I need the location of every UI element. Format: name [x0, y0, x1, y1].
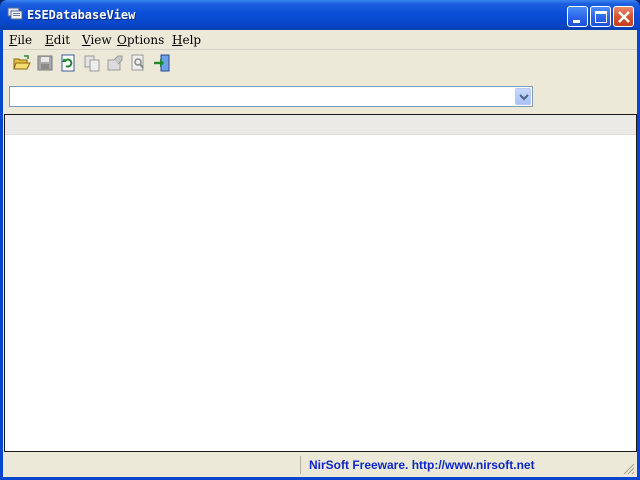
save-icon[interactable] — [36, 54, 54, 72]
app-icon — [7, 7, 23, 21]
close-button[interactable] — [613, 6, 634, 27]
minimize-icon — [573, 20, 580, 23]
toolbar — [3, 51, 637, 75]
title-bar[interactable]: ESEDatabaseView — [0, 0, 640, 30]
status-pane — [5, 456, 301, 474]
maximize-icon — [595, 11, 607, 23]
records-list[interactable] — [4, 114, 637, 452]
menu-edit[interactable]: Edit — [45, 33, 70, 47]
exit-icon[interactable] — [153, 54, 171, 72]
find-icon[interactable] — [129, 54, 147, 72]
nirsoft-link[interactable]: NirSoft Freeware. http://www.nirsoft.net — [309, 458, 535, 472]
menu-help[interactable]: Help — [172, 33, 201, 47]
menu-view[interactable]: View — [82, 33, 112, 47]
menu-bar: File Edit View Options Help — [3, 30, 637, 50]
window-title: ESEDatabaseView — [27, 8, 136, 22]
app-window: ESEDatabaseView File Edit View Options H… — [0, 0, 640, 480]
open-folder-icon[interactable] — [13, 54, 31, 72]
properties-icon[interactable] — [106, 54, 124, 72]
copy-icon[interactable] — [83, 54, 101, 72]
status-bar: NirSoft Freeware. http://www.nirsoft.net — [3, 453, 637, 477]
minimize-button[interactable] — [567, 6, 588, 27]
table-select-combobox[interactable] — [9, 86, 533, 107]
client-area: File Edit View Options Help NirSoft Free… — [3, 30, 637, 477]
dropdown-button[interactable] — [515, 88, 531, 105]
chevron-down-icon — [519, 94, 529, 101]
menu-options[interactable]: Options — [117, 33, 164, 47]
maximize-button[interactable] — [590, 6, 611, 27]
refresh-icon[interactable] — [59, 54, 77, 72]
menu-file[interactable]: File — [9, 33, 32, 47]
resize-grip-icon[interactable] — [623, 463, 635, 475]
list-column-header[interactable] — [5, 115, 636, 135]
close-icon — [618, 11, 630, 23]
